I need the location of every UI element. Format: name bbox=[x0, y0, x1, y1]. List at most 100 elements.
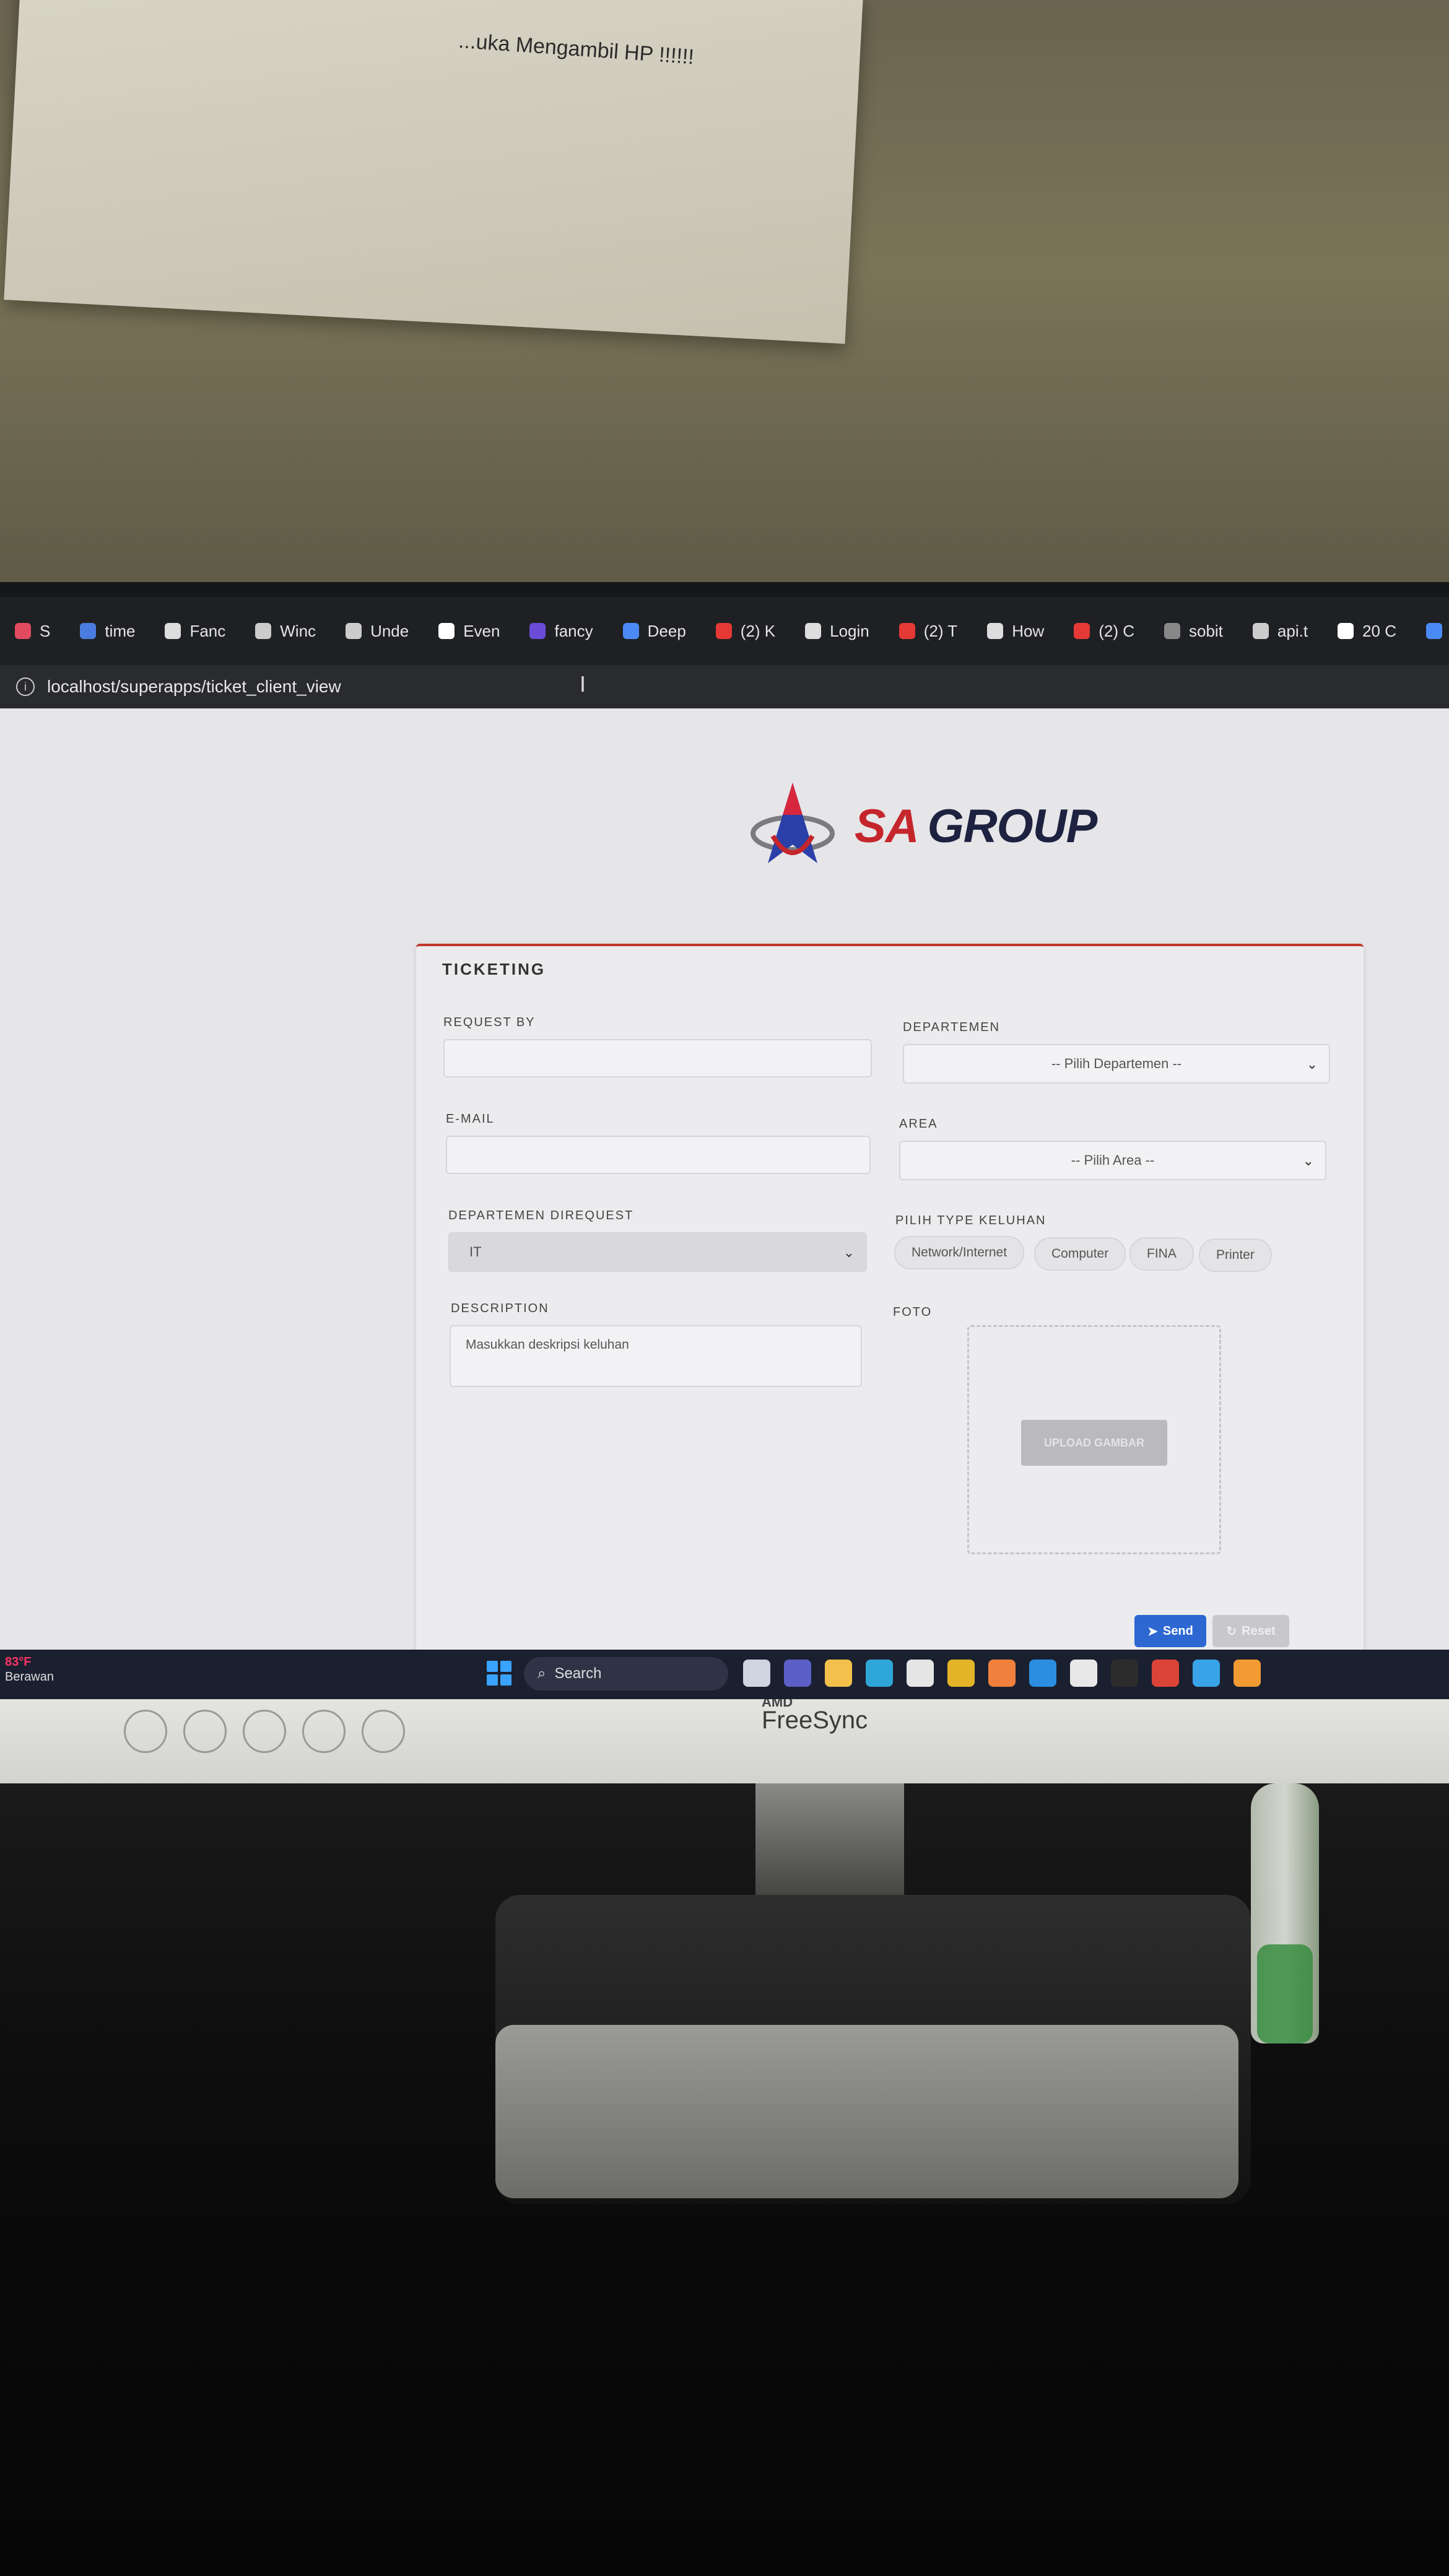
monitor-stand bbox=[755, 1783, 904, 1907]
tab-favicon-icon bbox=[346, 623, 362, 639]
app-icon[interactable] bbox=[1234, 1660, 1261, 1687]
chrome-icon[interactable] bbox=[947, 1660, 975, 1687]
tab-label: (2) K bbox=[740, 621, 776, 640]
tab-favicon-icon bbox=[529, 623, 546, 639]
tab-label: S bbox=[40, 621, 51, 640]
browser-tab[interactable]: Deep bbox=[608, 609, 701, 653]
browser-tab[interactable]: fancy bbox=[515, 609, 607, 653]
logo-wordmark: SA GROUP bbox=[855, 799, 1097, 853]
logo-sa-text: SA bbox=[855, 799, 920, 853]
browser-tab[interactable]: SFA | bbox=[1411, 609, 1449, 653]
tab-label: (2) T bbox=[923, 621, 958, 640]
chip-printer[interactable]: Printer bbox=[1199, 1238, 1272, 1272]
chip-fina[interactable]: FINA bbox=[1129, 1237, 1194, 1271]
site-info-icon[interactable]: i bbox=[16, 677, 35, 696]
browser-tab[interactable]: How bbox=[972, 609, 1059, 653]
tab-label: Winc bbox=[280, 621, 316, 640]
vscode-icon[interactable] bbox=[1029, 1660, 1056, 1687]
email-input[interactable] bbox=[446, 1136, 871, 1174]
tab-label: (2) C bbox=[1099, 621, 1134, 640]
reset-button[interactable]: ↻ Reset bbox=[1212, 1615, 1289, 1647]
windows-taskbar: 83°F Berawan ⌕ Search bbox=[0, 1650, 1449, 1699]
browser-tab[interactable]: Unde bbox=[331, 609, 424, 653]
weather-widget[interactable]: 83°F Berawan bbox=[5, 1655, 54, 1684]
notepad-icon[interactable] bbox=[1193, 1660, 1220, 1687]
tab-favicon-icon bbox=[15, 623, 31, 639]
store-icon[interactable] bbox=[907, 1660, 934, 1687]
chevron-down-icon: ⌄ bbox=[1302, 1153, 1314, 1168]
send-button[interactable]: ➤ Send bbox=[1134, 1615, 1206, 1647]
url-text[interactable]: localhost/superapps/ticket_client_view bbox=[47, 677, 341, 697]
tab-label: time bbox=[105, 621, 136, 640]
tab-label: Login bbox=[830, 621, 869, 640]
area-select[interactable]: -- Pilih Area -- ⌄ bbox=[899, 1141, 1326, 1180]
wall-paper-sign bbox=[4, 0, 863, 344]
tab-label: fancy bbox=[554, 621, 593, 640]
sa-emblem-icon bbox=[751, 783, 835, 863]
browser-tab-strip: Stime Fanc Winc Unde Even fancy Deep (2) K Login… bbox=[0, 597, 1449, 665]
tab-favicon-icon bbox=[622, 623, 639, 639]
card-title: TICKETING bbox=[442, 960, 546, 978]
chip-computer[interactable]: Computer bbox=[1034, 1237, 1126, 1271]
teams-icon[interactable] bbox=[784, 1660, 811, 1687]
sa-group-logo: SA GROUP bbox=[743, 777, 1097, 876]
request-by-label: REQUEST BY bbox=[443, 1016, 536, 1029]
request-by-input[interactable] bbox=[443, 1039, 872, 1077]
tab-favicon-icon bbox=[1338, 623, 1354, 639]
reset-label: Reset bbox=[1242, 1624, 1276, 1638]
description-textarea[interactable]: Masukkan deskripsi keluhan bbox=[450, 1325, 862, 1387]
browser-tab[interactable]: api.t bbox=[1238, 609, 1323, 653]
task-view-icon[interactable] bbox=[743, 1660, 770, 1687]
departemen-select[interactable]: -- Pilih Departemen -- ⌄ bbox=[903, 1044, 1330, 1084]
tab-label: Even bbox=[463, 621, 500, 640]
windows-start-icon[interactable] bbox=[487, 1661, 511, 1686]
photo-dropzone[interactable]: UPLOAD GAMBAR bbox=[967, 1325, 1221, 1554]
monitor-feature-badges bbox=[0, 1709, 867, 1754]
browser-tab[interactable]: Login bbox=[790, 609, 884, 653]
browser-tab[interactable]: (2) K bbox=[701, 609, 790, 653]
tab-favicon-icon bbox=[987, 623, 1004, 639]
browser-tab[interactable]: (2) T bbox=[884, 609, 972, 653]
tab-label: How bbox=[1012, 621, 1045, 640]
devtool-icon[interactable] bbox=[1070, 1660, 1097, 1687]
edge-icon[interactable] bbox=[866, 1660, 893, 1687]
terminal-icon[interactable] bbox=[1111, 1660, 1138, 1687]
monitor-bezel-top bbox=[0, 582, 1449, 597]
tab-favicon-icon bbox=[715, 623, 732, 639]
file-explorer-icon[interactable] bbox=[825, 1660, 852, 1687]
chip-network-internet[interactable]: Network/Internet bbox=[894, 1236, 1025, 1269]
send-label: Send bbox=[1162, 1624, 1193, 1638]
browser-tab[interactable]: Winc bbox=[240, 609, 331, 653]
area-selected-text: -- Pilih Area -- bbox=[1071, 1152, 1155, 1168]
address-bar[interactable]: i localhost/superapps/ticket_client_view bbox=[0, 665, 1449, 708]
tab-label: sobit bbox=[1188, 621, 1223, 640]
tab-favicon-icon bbox=[255, 623, 272, 639]
browser-tab[interactable]: sobit bbox=[1149, 609, 1238, 653]
browser-tab[interactable]: S bbox=[0, 609, 65, 653]
tab-favicon-icon bbox=[165, 623, 181, 639]
feature-badge-icon bbox=[243, 1710, 286, 1753]
browser-tab[interactable]: time bbox=[65, 609, 150, 653]
monitor-base-plate bbox=[495, 2025, 1238, 2198]
web-page: SA GROUP TICKETING REQUEST BY DEPARTEMEN … bbox=[0, 708, 1449, 1650]
text-cursor-icon: I bbox=[580, 671, 586, 697]
chrome-alt-icon[interactable] bbox=[1152, 1660, 1179, 1687]
area-label: AREA bbox=[899, 1117, 938, 1131]
departemen-direquest-selected-text: IT bbox=[469, 1244, 482, 1260]
browser-tab[interactable]: Fanc bbox=[150, 609, 240, 653]
departemen-direquest-select[interactable]: IT ⌄ bbox=[448, 1232, 867, 1272]
taskbar-search[interactable]: ⌕ Search bbox=[524, 1657, 728, 1690]
type-keluhan-label: PILIH TYPE KELUHAN bbox=[895, 1214, 1046, 1227]
tab-label: Deep bbox=[647, 621, 686, 640]
xampp-icon[interactable] bbox=[988, 1660, 1016, 1687]
ticketing-card: TICKETING REQUEST BY DEPARTEMEN -- Pilih… bbox=[416, 944, 1364, 1650]
tab-favicon-icon bbox=[438, 623, 455, 639]
tab-label: 20 C bbox=[1362, 621, 1396, 640]
tab-label: api.t bbox=[1277, 621, 1308, 640]
upload-image-button[interactable]: UPLOAD GAMBAR bbox=[1021, 1420, 1167, 1466]
departemen-label: DEPARTEMEN bbox=[903, 1020, 1001, 1034]
description-label: DESCRIPTION bbox=[451, 1302, 549, 1315]
browser-tab[interactable]: Even bbox=[424, 609, 515, 653]
browser-tab[interactable]: (2) C bbox=[1059, 609, 1149, 653]
browser-tab[interactable]: 20 C bbox=[1323, 609, 1411, 653]
